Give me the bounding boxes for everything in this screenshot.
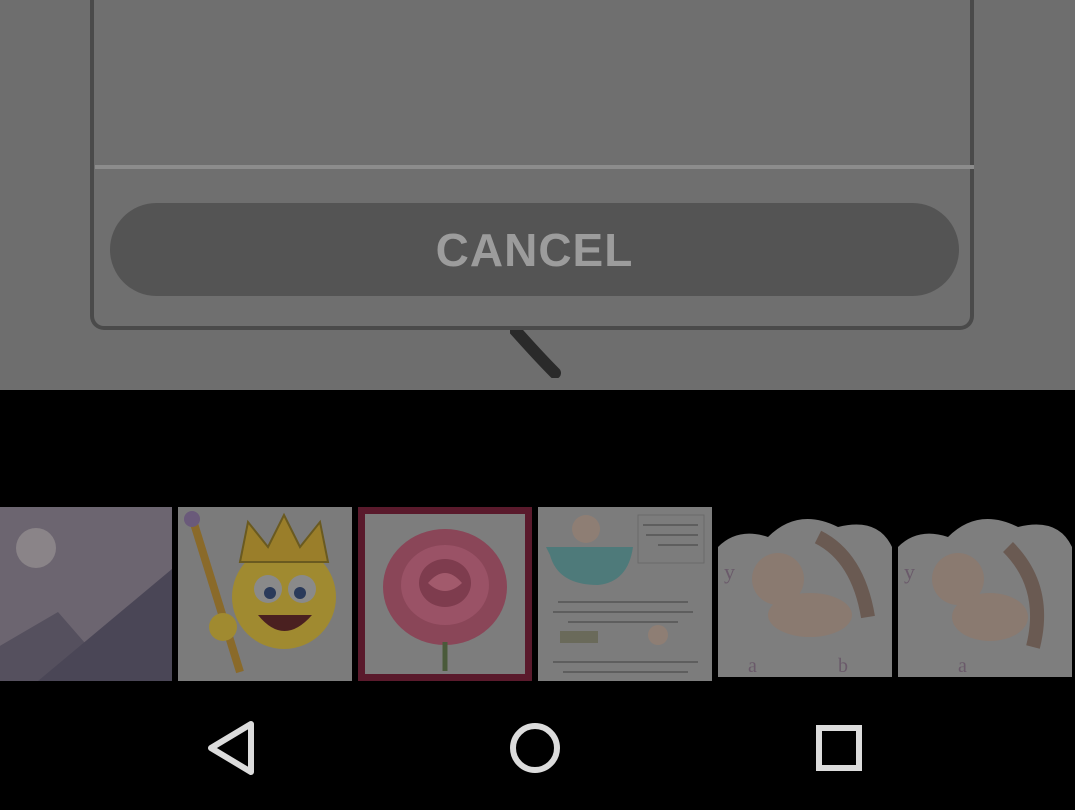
image-placeholder-icon (0, 507, 172, 681)
dimmed-background: CANCEL (0, 0, 1075, 390)
king-smiley-icon (178, 507, 352, 681)
recents-icon (816, 725, 862, 771)
cancel-button[interactable]: CANCEL (110, 203, 959, 296)
svg-text:y: y (724, 559, 735, 584)
thumbnail-baby-massage-image-2[interactable]: y a (898, 507, 1072, 681)
svg-text:y: y (904, 559, 915, 584)
back-button[interactable] (193, 708, 273, 788)
baby-bath-icon (538, 507, 712, 681)
svg-text:a: a (748, 655, 757, 677)
navigation-bar (0, 690, 1075, 810)
home-button[interactable] (495, 708, 575, 788)
dialog-divider (95, 165, 974, 169)
recents-button[interactable] (799, 708, 879, 788)
thumbnail-king-smiley-image[interactable] (178, 507, 352, 681)
thumbnail-placeholder-image[interactable] (0, 507, 172, 681)
thumbnail-strip: y a b y a (0, 507, 1075, 681)
svg-text:b: b (838, 655, 848, 677)
home-icon (510, 723, 560, 773)
rose-icon (358, 507, 532, 681)
baby-massage-icon: y a b (718, 507, 892, 681)
thumbnail-baby-bath-tips-image[interactable] (538, 507, 712, 681)
background-image-fragment (510, 328, 561, 378)
thumbnail-baby-massage-image-1[interactable]: y a b (718, 507, 892, 681)
baby-massage-icon: y a (898, 507, 1072, 681)
thumbnail-pink-rose-image[interactable] (358, 507, 532, 681)
back-icon (208, 721, 254, 775)
svg-text:a: a (958, 655, 967, 677)
